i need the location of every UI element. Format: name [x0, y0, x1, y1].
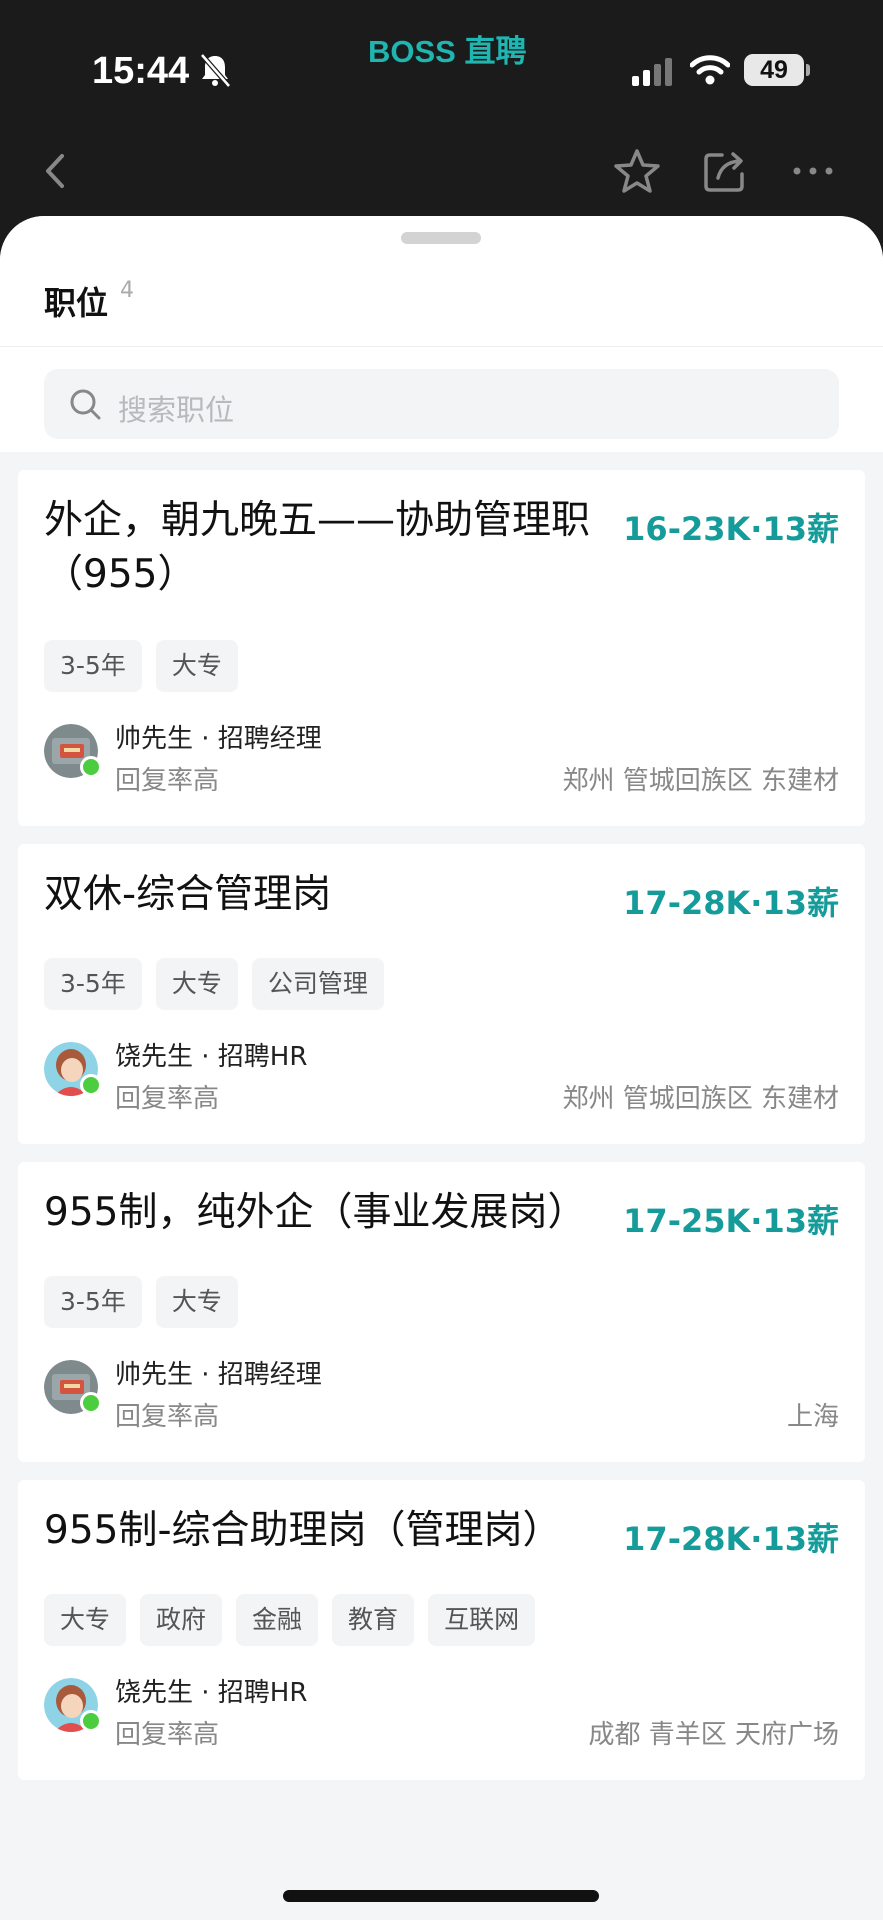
job-tag: 公司管理	[251, 958, 384, 1010]
job-location: 上海	[786, 1402, 839, 1432]
job-tag: 金融	[236, 1594, 319, 1646]
home-indicator[interactable]	[283, 1890, 599, 1902]
job-tag: 大专	[44, 1594, 127, 1646]
job-tag: 3-5年	[44, 640, 142, 692]
top-nav-bar	[0, 130, 883, 216]
job-title: 外企，朝九晚五——协助管理职（955）	[44, 498, 591, 597]
sheet-header: 职位 4 搜索职位	[0, 216, 883, 452]
job-tag: 3-5年	[44, 1276, 142, 1328]
bell-muted-icon	[200, 53, 231, 88]
search-placeholder: 搜索职位	[118, 393, 235, 427]
battery-tip	[806, 64, 810, 76]
drag-handle[interactable]	[401, 232, 481, 244]
job-tag: 政府	[140, 1594, 223, 1646]
divider	[0, 346, 883, 347]
job-tag: 大专	[155, 958, 238, 1010]
online-status-dot	[80, 1392, 102, 1414]
job-location: 郑州 管城回族区 东建材	[562, 766, 839, 796]
reply-rate: 回复率高	[115, 1402, 220, 1432]
job-title: 双休-综合管理岗	[44, 872, 332, 917]
search-icon	[70, 389, 101, 420]
job-tag: 大专	[155, 1276, 238, 1328]
job-tags: 大专 政府 金融 教育 互联网	[44, 1594, 536, 1646]
recruiter-name: 饶先生 · 招聘HR	[115, 1678, 308, 1708]
back-icon[interactable]	[30, 146, 80, 196]
job-card[interactable]: 955制-综合助理岗（管理岗） 17-28K·13薪 大专 政府 金融 教育 互…	[18, 1480, 865, 1780]
recruiter-name: 饶先生 · 招聘HR	[115, 1042, 308, 1072]
recruiter-name: 帅先生 · 招聘经理	[115, 724, 322, 754]
job-salary: 17-28K·13薪	[623, 884, 839, 922]
job-tag: 3-5年	[44, 958, 142, 1010]
search-input[interactable]: 搜索职位	[44, 369, 839, 439]
status-bar: 15:44 BOSS 直聘 49	[0, 0, 883, 130]
job-location: 郑州 管城回族区 东建材	[562, 1084, 839, 1114]
job-card[interactable]: 外企，朝九晚五——协助管理职（955） 16-23K·13薪 3-5年 大专 帅…	[18, 470, 865, 826]
share-icon[interactable]	[700, 146, 750, 196]
recruiter-name: 帅先生 · 招聘经理	[115, 1360, 322, 1390]
job-card[interactable]: 双休-综合管理岗 17-28K·13薪 3-5年 大专 公司管理 饶先生 · 招…	[18, 844, 865, 1144]
job-tags: 3-5年 大专 公司管理	[44, 958, 384, 1010]
job-salary: 17-28K·13薪	[623, 1520, 839, 1558]
star-icon[interactable]	[612, 146, 662, 196]
job-salary: 17-25K·13薪	[623, 1202, 839, 1240]
reply-rate: 回复率高	[115, 1084, 220, 1114]
app-brand: BOSS 直聘	[368, 34, 527, 69]
section-title: 职位	[44, 284, 109, 322]
job-tag: 大专	[155, 640, 238, 692]
wifi-icon	[690, 55, 730, 85]
job-list-sheet: 职位 4 搜索职位 外企，朝九晚五——协助管理职（955） 16-23K·13薪…	[0, 216, 883, 1920]
job-location: 成都 青羊区 天府广场	[588, 1720, 839, 1750]
job-tag: 互联网	[428, 1594, 536, 1646]
job-title: 955制，纯外企（事业发展岗）	[44, 1190, 587, 1235]
section-count: 4	[120, 278, 134, 303]
job-tag: 教育	[332, 1594, 415, 1646]
online-status-dot	[80, 1710, 102, 1732]
reply-rate: 回复率高	[115, 1720, 220, 1750]
job-salary: 16-23K·13薪	[623, 510, 839, 548]
job-card[interactable]: 955制，纯外企（事业发展岗） 17-25K·13薪 3-5年 大专 帅先生 ·…	[18, 1162, 865, 1462]
cellular-signal-icon	[632, 58, 672, 86]
online-status-dot	[80, 1074, 102, 1096]
reply-rate: 回复率高	[115, 766, 220, 796]
battery-icon: 49	[744, 54, 804, 86]
job-tags: 3-5年 大专	[44, 640, 238, 692]
more-icon[interactable]	[788, 146, 838, 196]
job-title: 955制-综合助理岗（管理岗）	[44, 1508, 562, 1553]
online-status-dot	[80, 756, 102, 778]
job-tags: 3-5年 大专	[44, 1276, 238, 1328]
status-time: 15:44	[92, 50, 190, 92]
